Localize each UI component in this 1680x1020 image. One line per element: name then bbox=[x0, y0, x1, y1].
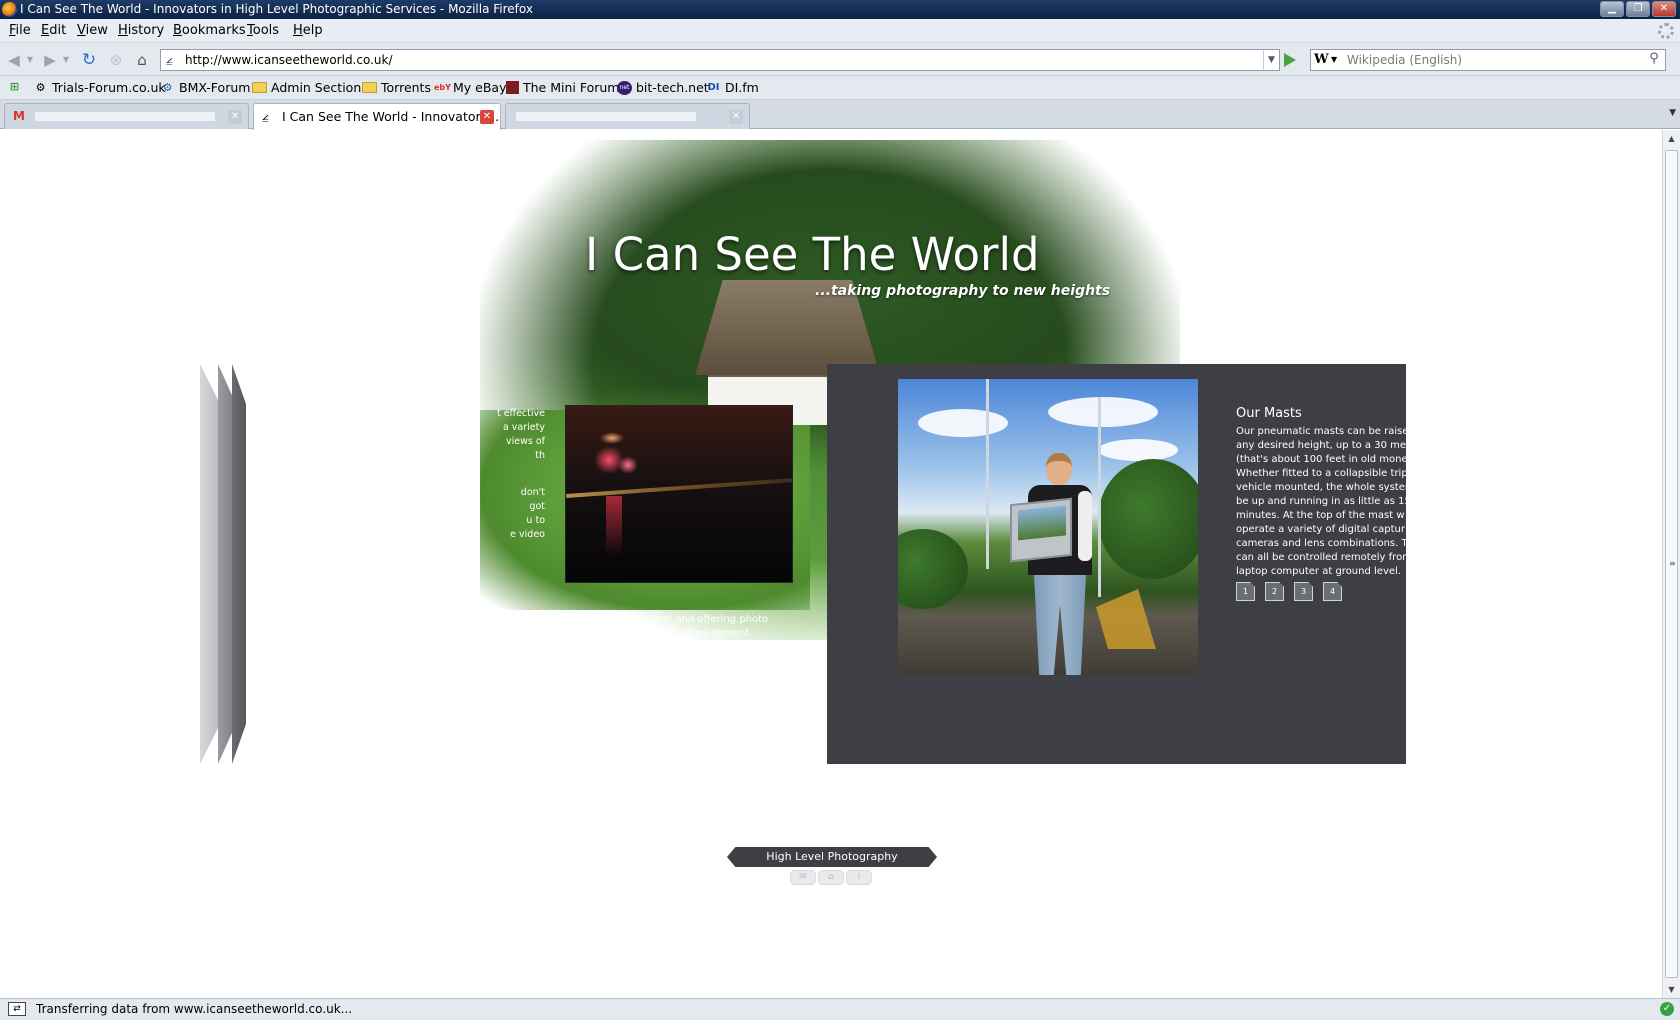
back-icon[interactable]: ◀ bbox=[4, 50, 24, 70]
difm-icon: DI bbox=[707, 81, 720, 93]
bittech-icon: net bbox=[617, 80, 632, 95]
gear-icon: ⚙ bbox=[162, 80, 173, 94]
status-text: Transferring data from www.icanseethewor… bbox=[36, 1002, 353, 1016]
bookmark-my-ebay[interactable]: ebY My eBay bbox=[434, 80, 506, 95]
intro-text: ice, always putting our customers first … bbox=[480, 614, 779, 653]
site-favicon-icon: ⦤ bbox=[262, 109, 269, 123]
navigation-toolbar: ◀ ▼ ▶ ▼ ↻ ⊗ ⌂ ⦤ http://www.icanseethewor… bbox=[0, 43, 1680, 76]
home-icon[interactable]: ⌂ bbox=[818, 870, 844, 885]
reload-icon[interactable]: ↻ bbox=[79, 50, 99, 70]
bookmark-admin-sections[interactable]: Admin Sections bbox=[252, 80, 368, 95]
panel-heading: Our Masts bbox=[1236, 406, 1302, 421]
card-stack[interactable] bbox=[200, 364, 248, 764]
close-tab-icon[interactable]: ✕ bbox=[228, 110, 242, 124]
close-tab-icon[interactable]: ✕ bbox=[480, 110, 494, 124]
tab-active[interactable]: ⦤ I Can See The World - Innovators... ✕ bbox=[253, 103, 501, 130]
tab-blank[interactable]: ✕ bbox=[505, 103, 750, 129]
menu-file[interactable]: File bbox=[9, 23, 31, 38]
search-bar[interactable]: W ▼ Wikipedia (English) ⚲ bbox=[1310, 49, 1666, 71]
scroll-down-icon[interactable]: ▼ bbox=[1663, 981, 1680, 998]
mini-icon bbox=[506, 81, 519, 94]
menu-bookmarks[interactable]: Bookmarks bbox=[173, 23, 246, 38]
menu-tools[interactable]: Tools bbox=[247, 23, 279, 38]
tab-gmail[interactable]: M ✕ bbox=[4, 103, 249, 129]
home-icon[interactable]: ⌂ bbox=[132, 50, 152, 70]
url-text[interactable]: http://www.icanseetheworld.co.uk/ bbox=[185, 53, 393, 67]
email-icon[interactable]: ✉ bbox=[790, 870, 816, 885]
status-check-icon: ✓ bbox=[1660, 1002, 1674, 1016]
maximize-button[interactable]: ❐ bbox=[1626, 1, 1650, 17]
tab-strip: M ✕ ⦤ I Can See The World - Innovators..… bbox=[0, 100, 1680, 130]
info-icon[interactable]: i bbox=[846, 870, 872, 885]
site-tagline: ...taking photography to new heights bbox=[815, 283, 1111, 299]
bookmark-torrents[interactable]: Torrents bbox=[362, 80, 431, 95]
panel-body: Our pneumatic masts can be raise any des… bbox=[1236, 426, 1406, 577]
bookmark-bmx-forum[interactable]: ⚙ BMX-Forum bbox=[160, 80, 251, 95]
menu-history[interactable]: History bbox=[118, 23, 164, 38]
menu-help[interactable]: Help bbox=[293, 23, 323, 38]
add-bookmark-icon[interactable]: ⊞ bbox=[7, 80, 22, 94]
status-bar: ⇄ Transferring data from www.icanseethew… bbox=[0, 998, 1680, 1020]
search-engine-icon[interactable]: W bbox=[1314, 52, 1329, 67]
side-text-block: t effective a variety views of th bbox=[496, 408, 545, 461]
page-content: I Can See The World ...taking photograph… bbox=[0, 130, 1662, 998]
activity-throbber-icon bbox=[1658, 23, 1674, 39]
window-title-bar: I Can See The World - Innovators in High… bbox=[0, 0, 1680, 19]
stop-icon[interactable]: ⊗ bbox=[106, 50, 126, 70]
section-nav-button[interactable]: High Level Photography bbox=[727, 847, 937, 867]
firefox-icon bbox=[2, 2, 17, 17]
panel-pager: 1 2 3 4 bbox=[1236, 582, 1342, 601]
gear-icon: ⚙ bbox=[35, 80, 46, 94]
page-4-button[interactable]: 4 bbox=[1323, 582, 1342, 601]
page-3-button[interactable]: 3 bbox=[1294, 582, 1313, 601]
back-history-dropdown-icon[interactable]: ▼ bbox=[24, 50, 36, 70]
bookmark-the-mini-forum[interactable]: The Mini Forum bbox=[506, 80, 619, 95]
folder-icon bbox=[362, 82, 377, 93]
close-tab-icon[interactable]: ✕ bbox=[729, 110, 743, 124]
menu-bar: File Edit View History Bookmarks Tools H… bbox=[0, 19, 1680, 43]
engine-dropdown-icon[interactable]: ▼ bbox=[1331, 55, 1337, 64]
mast-photo[interactable] bbox=[898, 379, 1198, 675]
menu-view[interactable]: View bbox=[77, 23, 108, 38]
site-favicon-icon: ⦤ bbox=[166, 52, 173, 66]
site-title: I Can See The World bbox=[585, 228, 1040, 281]
page-1-button[interactable]: 1 bbox=[1236, 582, 1255, 601]
footer-icon-row: ✉ ⌂ i bbox=[790, 870, 872, 885]
connection-icon: ⇄ bbox=[8, 1002, 26, 1016]
bookmarks-toolbar: ⊞ ⚙ Trials-Forum.co.uk ⚙ BMX-Forum Admin S… bbox=[0, 76, 1680, 100]
page-2-button[interactable]: 2 bbox=[1265, 582, 1284, 601]
folder-icon bbox=[252, 82, 267, 93]
url-bar[interactable]: ⦤ http://www.icanseetheworld.co.uk/ ▼ bbox=[160, 49, 1280, 71]
scroll-up-icon[interactable]: ▲ bbox=[1663, 130, 1680, 147]
url-history-dropdown-icon[interactable]: ▼ bbox=[1263, 50, 1279, 70]
scroll-thumb[interactable]: ≡ bbox=[1665, 150, 1678, 978]
search-input[interactable]: Wikipedia (English) bbox=[1347, 53, 1462, 67]
go-icon[interactable] bbox=[1284, 53, 1296, 67]
minimize-button[interactable]: ▁ bbox=[1600, 1, 1624, 17]
window-controls: ▁ ❐ ✕ bbox=[1600, 1, 1676, 17]
gmail-icon: M bbox=[13, 109, 25, 123]
vertical-scrollbar[interactable]: ▲ ≡ ▼ bbox=[1662, 130, 1680, 998]
bookmark-bit-tech[interactable]: net bit-tech.net bbox=[617, 80, 709, 95]
fireworks-photo[interactable] bbox=[565, 405, 793, 583]
menu-edit[interactable]: Edit bbox=[41, 23, 66, 38]
ebay-icon: ebY bbox=[434, 82, 451, 92]
close-button[interactable]: ✕ bbox=[1652, 1, 1676, 17]
bookmark-di-fm[interactable]: DI DI.fm bbox=[706, 80, 758, 95]
bookmark-trials-forum[interactable]: ⚙ Trials-Forum.co.uk bbox=[33, 80, 166, 95]
search-icon[interactable]: ⚲ bbox=[1645, 51, 1663, 69]
window-title: I Can See The World - Innovators in High… bbox=[20, 2, 533, 16]
forward-history-dropdown-icon[interactable]: ▼ bbox=[60, 50, 72, 70]
list-all-tabs-icon[interactable]: ▼ bbox=[1669, 108, 1676, 118]
forward-icon[interactable]: ▶ bbox=[40, 50, 60, 70]
side-text-block: don't got u to e video bbox=[510, 487, 545, 540]
tab-label: I Can See The World - Innovators... bbox=[282, 109, 500, 124]
masts-panel: Our Masts Our pneumatic masts can be rai… bbox=[827, 364, 1406, 764]
